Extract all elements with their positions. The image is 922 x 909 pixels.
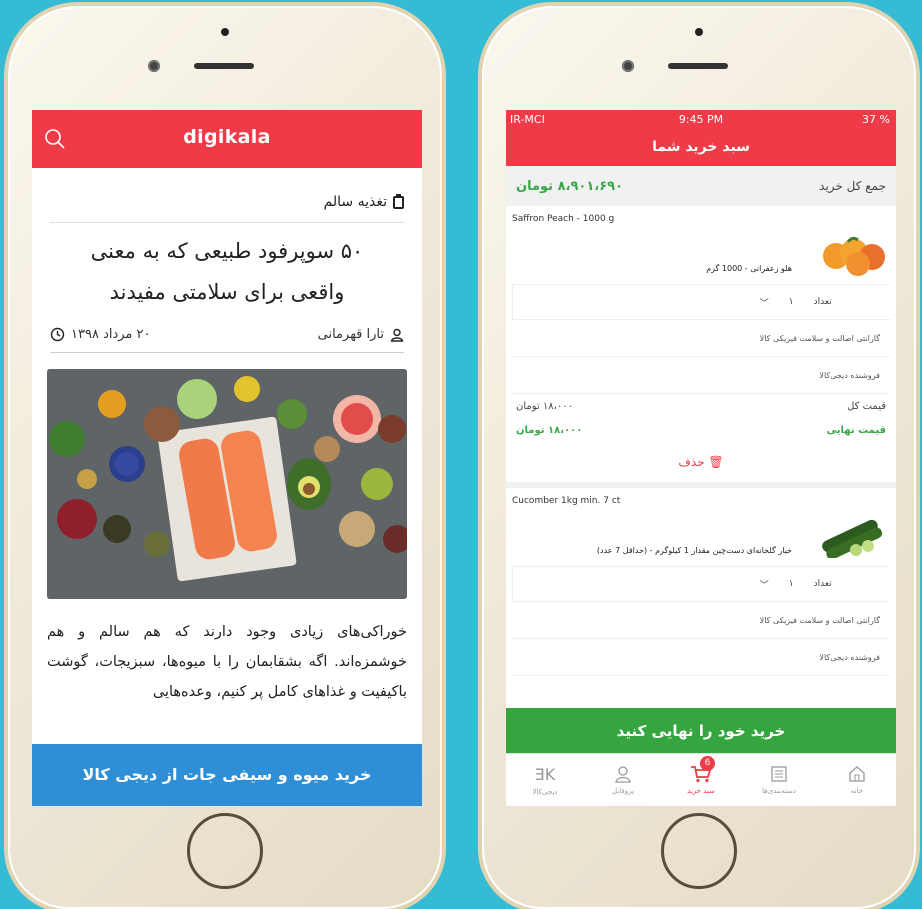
quantity-row: تعداد ۱ ﹀ xyxy=(512,567,890,602)
list-icon xyxy=(771,766,787,782)
tab-categories[interactable]: دسته‌بندی‌ها xyxy=(740,754,818,806)
blank-cell xyxy=(512,567,702,601)
article-body: خوراکی‌های زیادی وجود دارند که هم سالم و… xyxy=(47,624,407,700)
trash-icon: 🗑 xyxy=(708,455,724,469)
cart-item: Cucomber 1kg min. 7 ct خیار گلخانه‌ای دس… xyxy=(506,488,896,676)
total-amount: ۸،۹۰۱،۶۹۰ تومان xyxy=(516,178,624,194)
peach-image xyxy=(823,236,885,276)
price-row: قیمت کل ۱۸،۰۰۰ تومان xyxy=(506,394,896,418)
buy-fruit-button[interactable]: خرید میوه و سیفی جات از دیجی کالا xyxy=(32,744,422,806)
cart-total: جمع کل خرید ۸،۹۰۱،۶۹۰ تومان xyxy=(506,166,896,206)
status-bar: IR-MCI 9:45 PM 37 % xyxy=(506,110,896,132)
cucumber-image xyxy=(822,519,883,558)
guarantee-row: گارانتی اصالت و سلامت فیزیکی کالا xyxy=(512,602,890,639)
article-screen: digikala تغذیه سالم ۵۰ سوپرفود طبیعی که … xyxy=(32,110,422,806)
user-icon xyxy=(615,766,631,783)
chevron-down-icon: ﹀ xyxy=(759,298,769,309)
checkout-button[interactable]: خرید خود را نهایی کنید xyxy=(506,708,896,754)
quantity-value: ۱ xyxy=(788,297,794,307)
cart-title: سبد خرید شما xyxy=(506,132,896,166)
chevron-down-icon: ﹀ xyxy=(759,580,769,591)
title-line-1: ۵۰ سوپرفود طبیعی که به معنی xyxy=(90,239,364,263)
quantity-select[interactable]: تعداد ۱ ﹀ xyxy=(702,285,891,319)
app-header: digikala xyxy=(32,110,422,168)
home-icon xyxy=(849,766,865,782)
camera-dot xyxy=(221,28,229,36)
category-label: تغذیه سالم xyxy=(323,194,387,210)
bottom-tab-bar: ƎK دیجی‌کالا پروفایل 6 سبد خرید xyxy=(506,753,896,806)
earpiece-speaker xyxy=(668,63,728,69)
item-info: هلو زعفرانی - 1000 گرم xyxy=(512,234,890,285)
cart-item: Saffron Peach - 1000 g هلو زعفرانی - 100… xyxy=(506,206,896,488)
seller-row: فروشنده دیجی‌کالا xyxy=(512,639,890,676)
tab-profile[interactable]: پروفایل xyxy=(584,754,662,806)
digikala-logo-icon: ƎK xyxy=(534,764,556,784)
phone-right: IR-MCI 9:45 PM 37 % سبد خرید شما جمع کل … xyxy=(482,6,916,909)
article-title: ۵۰ سوپرفود طبیعی که به معنی واقعی برای س… xyxy=(46,231,408,313)
brand-logo[interactable]: digikala xyxy=(32,126,422,148)
item-info: خیار گلخانه‌ای دست‌چین مقدار 1 کیلوگرم -… xyxy=(512,516,890,567)
tab-label: سبد خرید xyxy=(687,787,715,795)
final-price-row: قیمت نهایی ۱۸،۰۰۰ تومان xyxy=(506,418,896,442)
clock-icon xyxy=(50,327,65,342)
tab-home[interactable]: خانه xyxy=(818,754,896,806)
tab-label: پروفایل xyxy=(612,787,634,795)
camera-dot xyxy=(695,28,703,36)
quantity-select[interactable]: تعداد ۱ ﹀ xyxy=(702,567,891,601)
home-button[interactable] xyxy=(661,813,737,889)
tab-label: دیجی‌کالا xyxy=(532,787,558,796)
quantity-row: تعداد ۱ ﹀ xyxy=(512,285,890,320)
category-breadcrumb[interactable]: تغذیه سالم xyxy=(50,193,404,223)
tab-label: دسته‌بندی‌ها xyxy=(762,787,796,795)
price-label: قیمت کل xyxy=(847,400,886,412)
tab-label: خانه xyxy=(850,787,864,795)
date-text: ۲۰ مرداد ۱۳۹۸ xyxy=(71,327,151,342)
battery-level: 37 % xyxy=(862,113,890,126)
price-value: ۱۸،۰۰۰ تومان xyxy=(516,400,573,412)
seller-row: فروشنده دیجی‌کالا xyxy=(512,357,890,394)
publish-date: ۲۰ مرداد ۱۳۹۸ xyxy=(50,327,151,342)
quantity-value: ۱ xyxy=(788,579,794,589)
home-button[interactable] xyxy=(187,813,263,889)
author[interactable]: تارا قهرمانی xyxy=(318,327,404,342)
final-price-value: ۱۸،۰۰۰ تومان xyxy=(516,424,583,436)
cart-badge: 6 xyxy=(700,756,715,771)
phone-left: digikala تغذیه سالم ۵۰ سوپرفود طبیعی که … xyxy=(8,6,442,909)
user-icon xyxy=(390,328,404,342)
guarantee-row: گارانتی اصالت و سلامت فیزیکی کالا xyxy=(512,320,890,357)
earpiece-speaker xyxy=(194,63,254,69)
cart-screen: IR-MCI 9:45 PM 37 % سبد خرید شما جمع کل … xyxy=(506,110,896,806)
article-hero-image xyxy=(47,369,407,599)
final-price-label: قیمت نهایی xyxy=(826,424,886,436)
item-name-fa: خیار گلخانه‌ای دست‌چین مقدار 1 کیلوگرم -… xyxy=(596,546,792,555)
front-camera xyxy=(622,60,634,72)
delete-button[interactable]: 🗑 حذف xyxy=(506,442,896,488)
item-name-fa: هلو زعفرانی - 1000 گرم xyxy=(706,264,792,273)
total-label: جمع کل خرید xyxy=(819,179,886,193)
author-name: تارا قهرمانی xyxy=(317,327,384,342)
clipboard-icon xyxy=(393,193,404,209)
quantity-label: تعداد xyxy=(813,297,832,307)
front-camera xyxy=(148,60,160,72)
title-line-2: واقعی برای سلامتی مفیدند xyxy=(109,280,345,304)
tab-cart[interactable]: 6 سبد خرید xyxy=(662,754,740,806)
clock: 9:45 PM xyxy=(678,113,724,126)
tab-digikala[interactable]: ƎK دیجی‌کالا xyxy=(506,754,584,806)
item-name-en: Saffron Peach - 1000 g xyxy=(512,214,615,224)
blank-cell xyxy=(512,285,702,319)
superfood-illustration xyxy=(47,369,407,599)
quantity-label: تعداد xyxy=(813,579,832,589)
delete-label: حذف xyxy=(678,455,705,469)
article-meta: تارا قهرمانی ۲۰ مرداد ۱۳۹۸ xyxy=(50,327,404,353)
